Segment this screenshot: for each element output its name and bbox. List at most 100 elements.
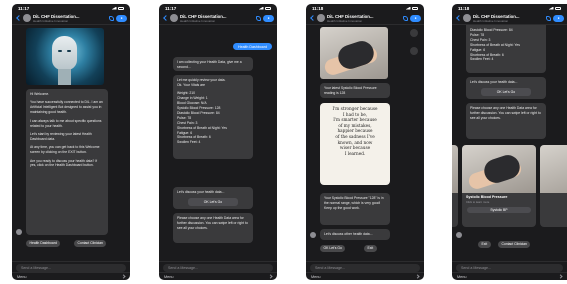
robot-neck-shape [58,69,71,85]
user-message: Health Dashboard [233,43,272,50]
card-subtitle: Click to learn more [466,200,490,204]
status-icons [405,6,418,10]
battery-icon [118,6,124,10]
exit-button[interactable]: Exit [478,241,491,248]
other-data-text: Let's discuss other health data... [324,232,373,236]
bot-avatar[interactable] [317,14,325,22]
video-call-icon[interactable]: ● [410,14,421,22]
ok-lets-go-button[interactable]: OK Let's Go [320,245,346,252]
quote-text: I'm stronger because I had to be, I'm sm… [332,106,378,156]
systolic-bp-button[interactable]: Systolic BP [467,207,531,214]
ok-lets-go-button[interactable]: OK Let's Go [187,198,239,206]
vitals-bubble: Diastolic Blood Pressure: 84 Pulse: 78 C… [466,25,546,73]
carousel-card-systolic[interactable]: Systolic Blood Pressure Click to learn m… [462,145,536,227]
ok-lets-go-button[interactable]: OK Let's Go [480,88,532,96]
carousel-card-previous[interactable] [452,145,458,227]
reading-bubble: Your latest Systolic Blood Pressure read… [320,83,390,98]
back-arrow-icon[interactable] [16,15,22,21]
signal-icon [111,6,117,10]
composer: Send a Message... [159,261,277,272]
chat-title[interactable]: DiL CHF Dissertation... Health Initiativ… [33,14,107,23]
video-call-icon[interactable]: ● [263,14,274,22]
discuss-bubble: Let's discuss your health data... OK Let… [466,77,546,99]
phone-icon[interactable] [109,15,114,21]
menu-label[interactable]: Menu [17,275,27,279]
menu-label[interactable]: Menu [457,275,467,279]
chevron-right-icon[interactable] [415,274,420,279]
message-feed[interactable]: Diastolic Blood Pressure: 84 Pulse: 78 C… [452,25,567,261]
bot-avatar[interactable] [23,14,31,22]
talk-text: I can always talk to me about specific q… [30,118,102,128]
composer: Send a Message... [306,261,424,272]
message-feed[interactable]: Health Dashboard I am collecting your He… [159,25,277,261]
bot-avatar[interactable] [463,14,471,22]
chat-subtitle: Health Initiative Innovation [33,18,69,23]
chat-header: DiL CHF Dissertation... Health Initiativ… [452,12,567,25]
menu-bar[interactable]: Menu [159,272,277,280]
robot-eye-left [58,50,62,52]
chevron-right-icon[interactable] [268,274,273,279]
video-call-icon[interactable]: ● [553,14,564,22]
contact-clinician-button[interactable]: Contact Clinician [498,241,531,248]
message-feed[interactable]: Your latest Systolic Blood Pressure read… [306,25,424,261]
choose-text: Please choose any one Health Data area f… [470,106,541,120]
exit-button[interactable]: Exit [364,245,377,252]
bot-avatar[interactable] [170,14,178,22]
signal-icon [405,6,411,10]
card-image [452,145,458,193]
message-input[interactable]: Send a Message... [163,263,273,272]
health-data-carousel[interactable]: Systolic Blood Pressure Click to learn m… [452,145,567,227]
chat-title[interactable]: DiL CHF Dissertation... Health Initiativ… [180,14,254,23]
vitals-list: Weight: 210 Change in Weight: 1 Blood Gl… [177,91,227,145]
robot-head-shape [52,36,77,70]
chat-subtitle: Health Initiative Innovation [180,18,216,23]
message-input[interactable]: Send a Message... [16,263,126,272]
chat-header: DiL CHF Dissertation... Health Initiativ… [306,12,424,25]
menu-bar[interactable]: Menu [452,272,567,280]
status-bar: 11:17 [159,4,277,12]
phone-icon[interactable] [403,15,408,21]
normal-range-text: Your Systolic Blood Pressure "128" is in… [324,196,384,210]
phone-screen-health-choices: 11:18 DiL CHF Dissertation... Health Ini… [452,4,567,280]
back-arrow-icon[interactable] [163,15,169,21]
back-arrow-icon[interactable] [456,15,462,21]
vitals-list: Diastolic Blood Pressure: 84 Pulse: 78 C… [470,28,520,62]
intro-text: You have successfully connected to DiL. … [30,100,103,115]
video-call-icon[interactable]: ● [116,14,127,22]
normal-range-bubble: Your Systolic Blood Pressure "128" is in… [320,193,390,225]
chat-title[interactable]: DiL CHF Dissertation... Health Initiativ… [473,14,544,23]
other-data-bubble: Let's discuss other health data... [320,229,390,240]
phone-screen-dashboard: 11:17 DiL CHF Dissertation... Health Ini… [159,4,277,280]
start-text: Let's start by reviewing your latest Hea… [30,131,92,141]
health-dashboard-button[interactable]: Health Dashboard [26,240,61,247]
battery-icon [555,6,561,10]
chevron-right-icon[interactable] [558,274,563,279]
status-time: 11:17 [165,5,177,11]
discuss-text: Let's discuss your health data... [177,190,225,194]
chevron-right-icon[interactable] [121,274,126,279]
message-feed[interactable]: Hi Welcome. You have successfully connec… [12,25,130,261]
back-arrow-icon[interactable] [310,15,316,21]
message-input[interactable]: Send a Message... [456,263,563,272]
phone-icon[interactable] [256,15,261,21]
exit-info-text: At any time, you can get back to this We… [30,145,100,155]
greeting-text: Hi Welcome. [30,92,50,96]
chat-subtitle: Health Initiative Innovation [473,18,509,23]
bot-mini-avatar [456,232,462,238]
status-icons [111,6,124,10]
contact-clinician-button[interactable]: Contact Clinician [74,240,107,247]
phone-icon[interactable] [546,15,551,21]
menu-bar[interactable]: Menu [12,272,130,280]
menu-label[interactable]: Menu [164,275,174,279]
menu-label[interactable]: Menu [311,275,321,279]
message-input[interactable]: Send a Message... [310,263,420,272]
signal-icon [548,6,554,10]
composer: Send a Message... [12,261,130,272]
attachment-icon[interactable] [410,47,418,55]
carousel-card-next[interactable] [540,145,567,227]
menu-bar[interactable]: Menu [306,272,424,280]
chat-header: DiL CHF Dissertation... Health Initiativ… [159,12,277,25]
review-text: Let me quickly review your data. Ok. You… [177,78,226,87]
chat-title[interactable]: DiL CHF Dissertation... Health Initiativ… [327,14,401,23]
microphone-icon[interactable] [410,29,418,37]
